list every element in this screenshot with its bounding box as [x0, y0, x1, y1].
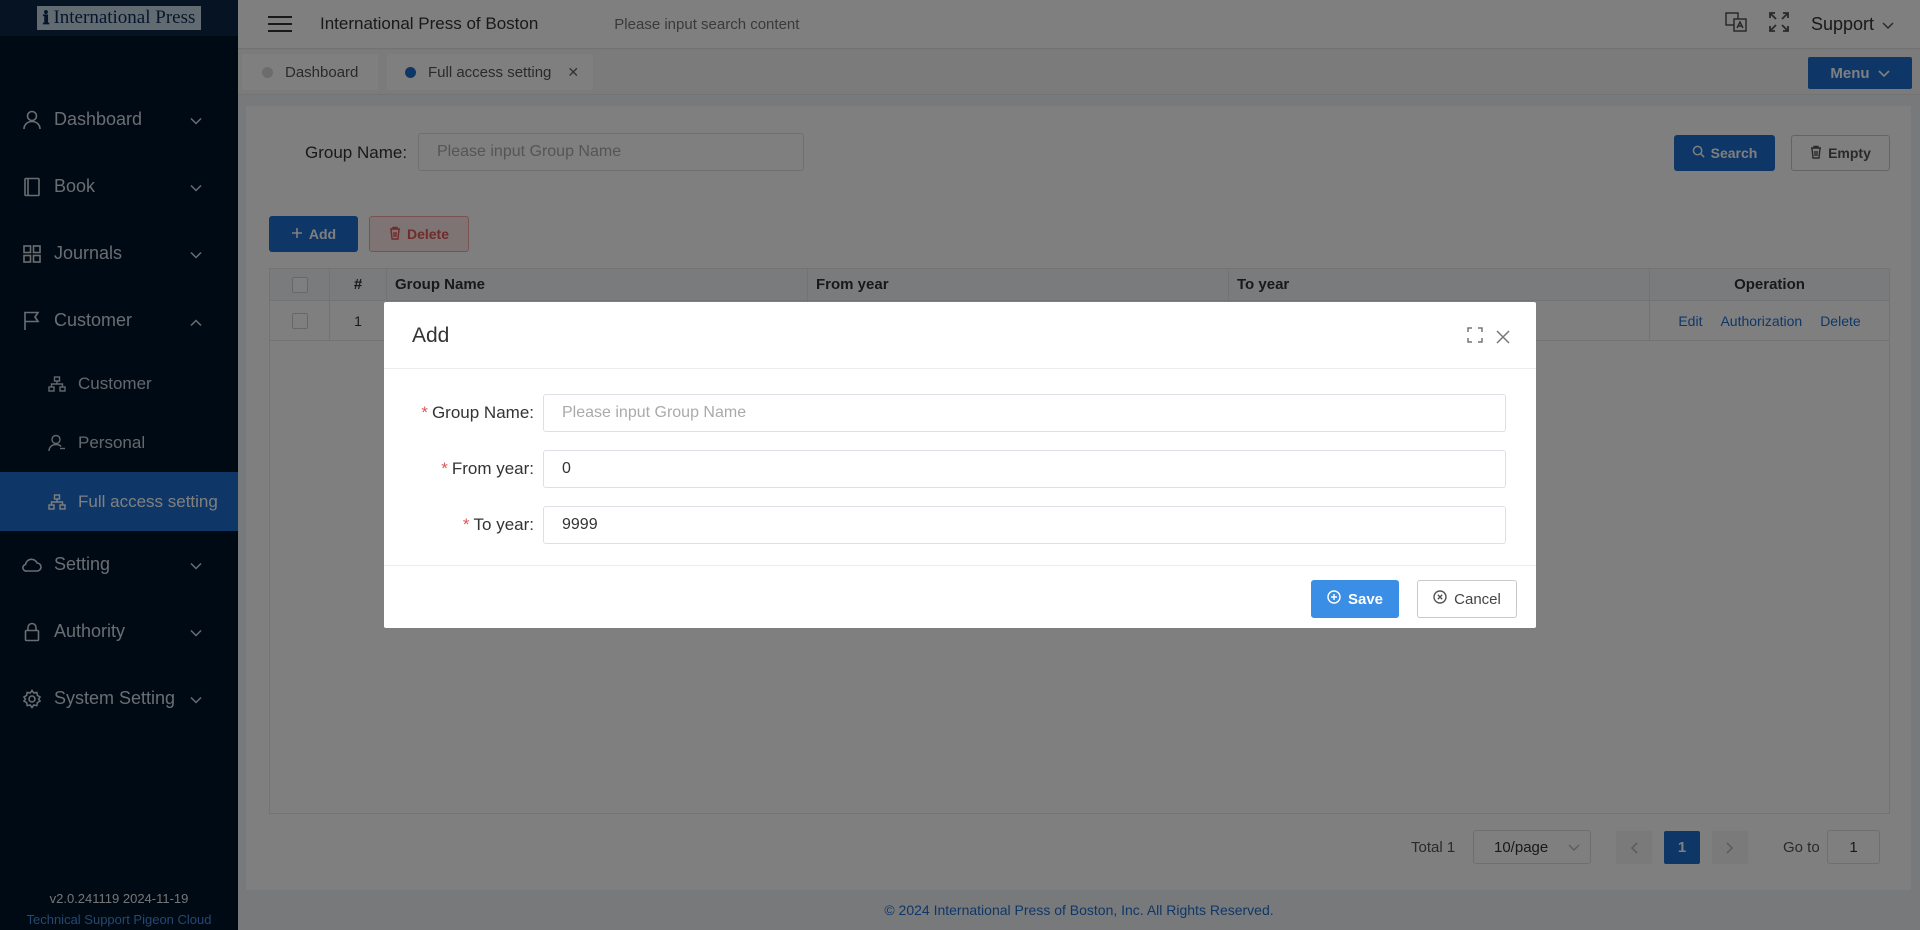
required-asterisk: * [441, 459, 448, 478]
cancel-icon [1433, 590, 1447, 608]
to-year-label: To year: [473, 515, 534, 534]
form-row-to-year: * To year: 9999 [384, 506, 1536, 544]
dialog-header: Add [384, 302, 1536, 369]
required-asterisk: * [421, 403, 428, 422]
dialog-footer: Save Cancel [384, 565, 1536, 628]
group-name-input[interactable]: Please input Group Name [543, 394, 1506, 432]
save-button-label: Save [1347, 590, 1384, 608]
from-year-label: From year: [451, 459, 534, 478]
to-year-input[interactable]: 9999 [543, 506, 1506, 544]
form-row-group-name: * Group Name: Please input Group Name [384, 394, 1536, 432]
cancel-button[interactable]: Cancel [1417, 580, 1517, 618]
save-button[interactable]: Save [1311, 580, 1399, 618]
maximize-icon[interactable] [1467, 327, 1483, 348]
from-year-input[interactable]: 0 [543, 450, 1506, 488]
save-icon [1327, 590, 1341, 608]
dialog-title: Add [412, 324, 450, 347]
add-dialog: Add * Group Name: Please input Group Name… [384, 302, 1536, 628]
required-asterisk: * [462, 515, 470, 534]
form-row-from-year: * From year: 0 [384, 450, 1536, 488]
group-name-label: Group Name: [431, 403, 534, 422]
close-icon[interactable] [1496, 330, 1510, 349]
cancel-button-label: Cancel [1454, 590, 1501, 608]
